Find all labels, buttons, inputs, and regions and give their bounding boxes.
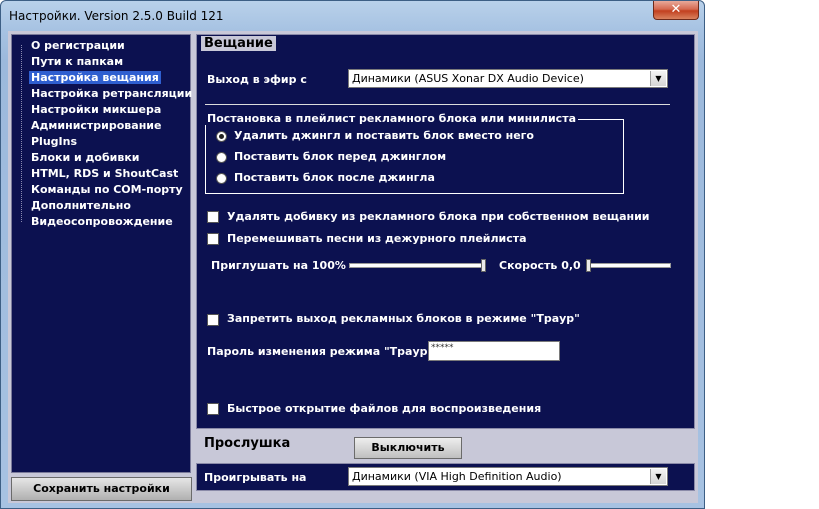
title-bar[interactable]: Настройки. Version 2.5.0 Build 121 ✕: [1, 1, 704, 31]
checkbox-fast-open[interactable]: [207, 403, 219, 415]
password-label: Пароль изменения режима "Траур": [207, 345, 434, 358]
sidebar-item-additional[interactable]: Дополнительно: [29, 198, 190, 214]
sidebar-item-blocks[interactable]: Блоки и добивки: [29, 150, 190, 166]
client-area: О регистрации Пути к папкам Настройка ве…: [8, 31, 698, 503]
sidebar-item-paths[interactable]: Пути к папкам: [29, 54, 190, 70]
sidebar-item-plugins[interactable]: PlugIns: [29, 134, 190, 150]
section-title: Вещание: [201, 36, 276, 51]
output-label: Выход в эфир с: [207, 73, 307, 86]
mute-label: Приглушать на 100%: [211, 259, 346, 272]
checkbox-mourning[interactable]: [207, 314, 219, 326]
mute-slider[interactable]: [349, 263, 486, 268]
save-settings-button[interactable]: Сохранить настройки: [11, 477, 192, 501]
password-input[interactable]: *****: [428, 341, 560, 361]
radio-after-jingle-label: Поставить блок после джингла: [234, 171, 435, 184]
sidebar-item-com-port[interactable]: Команды по COM-порту: [29, 182, 190, 198]
play-on-label: Проигрывать на: [204, 471, 307, 484]
tree-connector: [21, 45, 23, 222]
checkbox-remove-filler-label: Удалять добивку из рекламного блока при …: [227, 210, 650, 223]
close-icon: ✕: [670, 2, 682, 17]
listen-title: Прослушка: [204, 436, 291, 451]
checkbox-mourning-label: Запретить выход рекламных блоков в режим…: [227, 312, 580, 325]
settings-tree: О регистрации Пути к папкам Настройка ве…: [11, 34, 192, 473]
checkbox-fast-open-label: Быстрое открытие файлов для воспроизведе…: [227, 402, 542, 415]
speed-label: Скорость 0,0: [499, 259, 581, 272]
mute-slider-thumb[interactable]: [481, 259, 486, 272]
sidebar-item-registration[interactable]: О регистрации: [29, 38, 190, 54]
play-device-select[interactable]: Динамики (VIA High Definition Audio) ▼: [348, 467, 668, 486]
radio-before-jingle-label: Поставить блок перед джинглом: [234, 150, 447, 163]
checkbox-shuffle-label: Перемешивать песни из дежурного плейлист…: [227, 232, 527, 245]
sidebar-item-html-rds[interactable]: HTML, RDS и ShoutCast: [29, 166, 190, 182]
close-button[interactable]: ✕: [653, 1, 699, 20]
radio-replace-jingle-label: Удалить джингл и поставить блок вместо н…: [234, 129, 534, 142]
chevron-down-icon: ▼: [650, 469, 666, 484]
settings-window: Настройки. Version 2.5.0 Build 121 ✕ О р…: [0, 0, 705, 509]
sidebar-item-admin[interactable]: Администрирование: [29, 118, 190, 134]
chevron-down-icon: ▼: [650, 71, 666, 86]
disable-listen-button[interactable]: Выключить: [354, 437, 462, 459]
sidebar-item-mixer[interactable]: Настройки микшера: [29, 102, 190, 118]
speed-slider-thumb[interactable]: [586, 259, 591, 272]
radio-after-jingle[interactable]: [216, 173, 227, 184]
sidebar-item-video[interactable]: Видеосопровождение: [29, 214, 190, 230]
speed-slider[interactable]: [586, 263, 671, 268]
radio-before-jingle[interactable]: [216, 152, 227, 163]
output-device-value: Динамики (ASUS Xonar DX Audio Device): [352, 72, 584, 85]
divider: [205, 104, 670, 105]
play-device-value: Динамики (VIA High Definition Audio): [352, 470, 562, 483]
window-title: Настройки. Version 2.5.0 Build 121: [9, 9, 224, 23]
group-title: Постановка в плейлист рекламного блока и…: [205, 112, 578, 125]
checkbox-remove-filler[interactable]: [207, 211, 219, 223]
output-device-select[interactable]: Динамики (ASUS Xonar DX Audio Device) ▼: [348, 69, 668, 88]
checkbox-shuffle[interactable]: [207, 233, 219, 245]
radio-replace-jingle[interactable]: [216, 131, 227, 142]
sidebar-item-relay[interactable]: Настройка ретрансляции: [29, 86, 192, 102]
sidebar-item-broadcast[interactable]: Настройка вещания: [29, 70, 190, 86]
